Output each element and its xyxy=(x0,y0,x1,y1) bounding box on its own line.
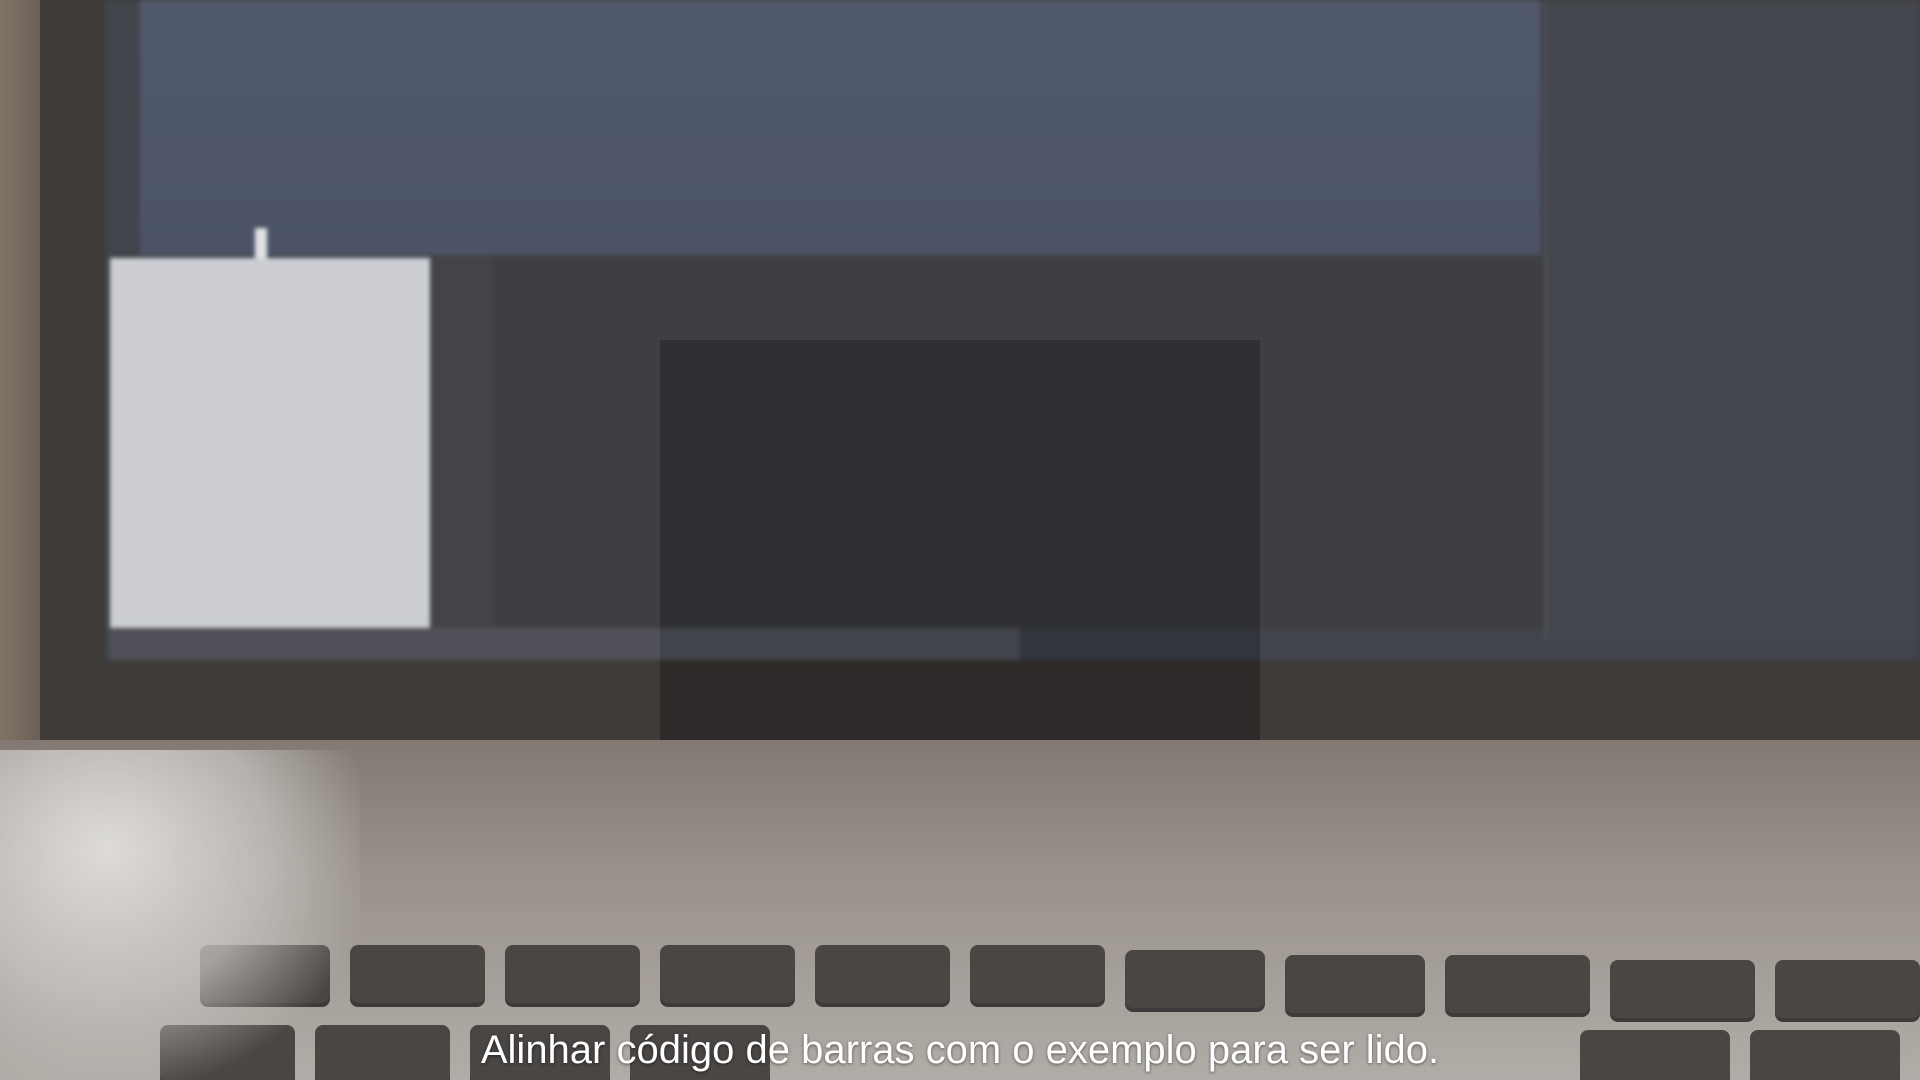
keyboard-key xyxy=(815,945,950,1003)
terminal-cursor xyxy=(255,228,267,258)
terminal-panel xyxy=(140,0,1540,258)
keyboard-key xyxy=(1610,960,1755,1018)
keyboard-key xyxy=(505,945,640,1003)
keyboard-key xyxy=(970,945,1105,1003)
barcode-scan-frame xyxy=(660,340,1260,740)
file-tree-sidebar xyxy=(110,258,430,628)
right-panel xyxy=(1545,0,1920,640)
keyboard-key xyxy=(1775,960,1920,1018)
keyboard-key xyxy=(1445,955,1590,1013)
keyboard-key xyxy=(350,945,485,1003)
keyboard-key xyxy=(1285,955,1425,1013)
scan-instruction-text: Alinhar código de barras com o exemplo p… xyxy=(480,1028,1440,1072)
keyboard-key xyxy=(660,945,795,1003)
keyboard-key xyxy=(1125,950,1265,1008)
line-number-gutter xyxy=(433,255,493,630)
